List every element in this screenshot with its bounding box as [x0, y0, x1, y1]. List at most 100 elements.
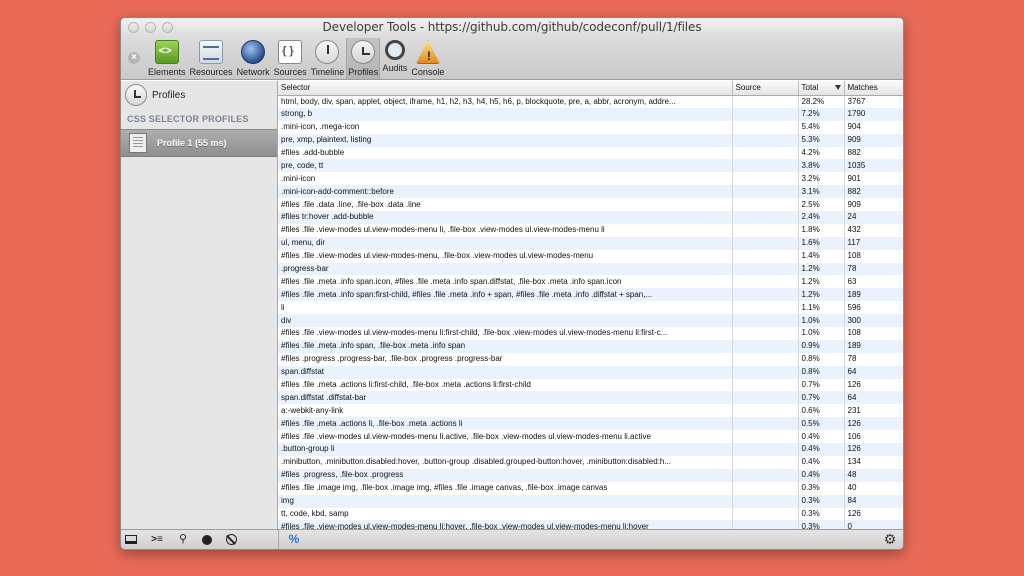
table-row[interactable]: #files .file .meta .actions li:first-chi… — [278, 378, 903, 392]
column-header-selector[interactable]: Selector — [278, 81, 733, 96]
table-row[interactable]: #files .file .meta .info span:first-chil… — [278, 288, 903, 302]
table-row[interactable]: .mini-icon, .mega-icon 5.4% 904 — [278, 120, 903, 134]
cell-total: 5.4% — [798, 120, 845, 134]
table-row[interactable]: .mini-icon-add-comment::before 3.1% 882 — [278, 185, 903, 199]
cell-matches: 40 — [844, 481, 903, 495]
tab-resources[interactable]: Resources — [188, 38, 235, 79]
table-row[interactable]: a:-webkit-any-link 0.6% 231 — [278, 404, 903, 418]
cell-source — [732, 417, 799, 431]
cell-total: 0.7% — [798, 391, 845, 405]
toolbar: × ElementsResourcesNetworkSourcesTimelin… — [121, 37, 903, 80]
cell-total: 1.6% — [798, 236, 845, 250]
column-header-matches[interactable]: Matches — [844, 81, 903, 96]
cell-source — [732, 352, 799, 366]
table-row[interactable]: #files tr:hover .add-bubble 2.4% 24 — [278, 211, 903, 224]
cell-total: 0.3% — [798, 507, 845, 521]
cell-matches: 0 — [844, 520, 903, 529]
table-row[interactable]: html, body, div, span, applet, object, i… — [278, 95, 903, 108]
sidebar-profiles-label: Profiles — [152, 89, 186, 101]
cell-matches: 882 — [844, 185, 903, 199]
table-row[interactable]: pre, code, tt 3.8% 1035 — [278, 159, 903, 173]
table-row[interactable]: #files .file .view-modes ul.view-modes-m… — [278, 430, 903, 444]
table-row[interactable]: #files .file .meta .info span, .file-box… — [278, 339, 903, 353]
clear-icon[interactable] — [224, 533, 238, 546]
search-icon[interactable]: ⚲ — [176, 533, 190, 546]
table-row[interactable]: #files .add-bubble 4.2% 882 — [278, 146, 903, 160]
table-row[interactable]: .minibutton, .minibutton.disabled:hover,… — [278, 455, 903, 469]
table-row[interactable]: #files .file .meta .info span.icon, #fil… — [278, 275, 903, 289]
cell-selector: pre, code, tt — [278, 159, 733, 173]
column-header-total[interactable]: Total — [798, 81, 845, 96]
table-row[interactable]: #files .file .view-modes ul.view-modes-m… — [278, 520, 903, 529]
tab-audits[interactable]: Audits — [380, 38, 409, 79]
cell-source — [732, 185, 799, 199]
show-console-icon[interactable]: >≡ — [150, 533, 164, 546]
zoom-window-button[interactable] — [162, 22, 173, 33]
table-row[interactable]: li 1.1% 596 — [278, 301, 903, 315]
table-row[interactable]: strong, b 7.2% 1790 — [278, 107, 903, 121]
table-row[interactable]: .mini-icon 3.2% 901 — [278, 172, 903, 186]
cell-source — [732, 275, 799, 289]
table-row[interactable]: div 1.0% 300 — [278, 314, 903, 328]
percent-toggle-icon[interactable]: % — [287, 533, 301, 546]
record-icon[interactable] — [200, 533, 214, 546]
table-row[interactable]: #files .file .view-modes ul.view-modes-m… — [278, 249, 903, 263]
table-row[interactable]: span.diffstat .diffstat-bar 0.7% 64 — [278, 391, 903, 405]
table-row[interactable]: pre, xmp, plaintext, listing 5.3% 909 — [278, 133, 903, 147]
cell-selector: #files .file .view-modes ul.view-modes-m… — [278, 223, 733, 237]
cell-total: 1.1% — [798, 301, 845, 315]
cell-source — [732, 198, 799, 212]
table-row[interactable]: #files .progress, .file-box .progress 0.4… — [278, 468, 903, 482]
cell-selector: tt, code, kbd, samp — [278, 507, 733, 521]
tab-label: Timeline — [310, 67, 345, 77]
table-row[interactable]: ul, menu, dir 1.6% 117 — [278, 236, 903, 250]
table-row[interactable]: span.diffstat 0.8% 64 — [278, 365, 903, 379]
tab-elements[interactable]: Elements — [146, 38, 188, 79]
gear-icon[interactable]: ⚙ — [883, 532, 897, 546]
tab-label: Console — [411, 67, 445, 77]
table-row[interactable]: .progress-bar 1.2% 78 — [278, 262, 903, 276]
sidebar-profiles-header[interactable]: Profiles — [121, 81, 277, 109]
cell-matches: 24 — [844, 211, 903, 224]
table-row[interactable]: #files .file .meta .actions li, .file-bo… — [278, 417, 903, 431]
table-row[interactable]: #files .file .view-modes ul.view-modes-m… — [278, 327, 903, 340]
tab-sources[interactable]: Sources — [272, 38, 309, 79]
cell-total: 0.9% — [798, 339, 845, 353]
tab-profiles[interactable]: Profiles — [346, 38, 381, 79]
cell-total: 0.6% — [798, 404, 845, 418]
cell-matches: 432 — [844, 223, 903, 237]
profiles-sidebar: Profiles CSS SELECTOR PROFILES Profile 1… — [121, 81, 278, 529]
cell-matches: 882 — [844, 146, 903, 160]
cell-selector: html, body, div, span, applet, object, i… — [278, 95, 733, 108]
title-bar: Developer Tools - https://github.com/git… — [121, 18, 903, 37]
tab-timeline[interactable]: Timeline — [309, 38, 347, 79]
sidebar-item-profile-1[interactable]: Profile 1 (55 ms) — [121, 129, 277, 157]
minimize-window-button[interactable] — [145, 22, 156, 33]
cell-source — [732, 301, 799, 315]
cell-source — [732, 520, 799, 529]
sort-descending-icon — [834, 85, 841, 90]
close-devtools-icon[interactable]: × — [128, 52, 140, 64]
close-window-button[interactable] — [128, 22, 139, 33]
audits-icon — [384, 40, 405, 60]
cell-source — [732, 211, 799, 224]
cell-source — [732, 455, 799, 469]
table-row[interactable]: #files .file .view-modes ul.view-modes-m… — [278, 223, 903, 237]
status-divider — [278, 530, 279, 549]
table-row[interactable]: #files .progress .progress-bar, .file-bo… — [278, 352, 903, 366]
tab-console[interactable]: Console — [409, 38, 446, 79]
table-row[interactable]: #files .file .image img, .file-box .imag… — [278, 481, 903, 495]
table-row[interactable]: tt, code, kbd, samp 0.3% 126 — [278, 507, 903, 521]
cell-source — [732, 288, 799, 302]
cell-matches: 1790 — [844, 107, 903, 121]
table-row[interactable]: #files .file .data .line, .file-box .dat… — [278, 198, 903, 212]
tab-network[interactable]: Network — [235, 38, 272, 79]
cell-selector: #files .file .view-modes ul.view-modes-m… — [278, 520, 733, 529]
column-header-source[interactable]: Source — [732, 81, 799, 96]
cell-total: 0.8% — [798, 365, 845, 379]
table-row[interactable]: .button-group li 0.4% 126 — [278, 443, 903, 456]
table-row[interactable]: img 0.3% 84 — [278, 494, 903, 508]
dock-icon[interactable] — [125, 535, 137, 544]
cell-matches: 64 — [844, 391, 903, 405]
cell-matches: 904 — [844, 120, 903, 134]
